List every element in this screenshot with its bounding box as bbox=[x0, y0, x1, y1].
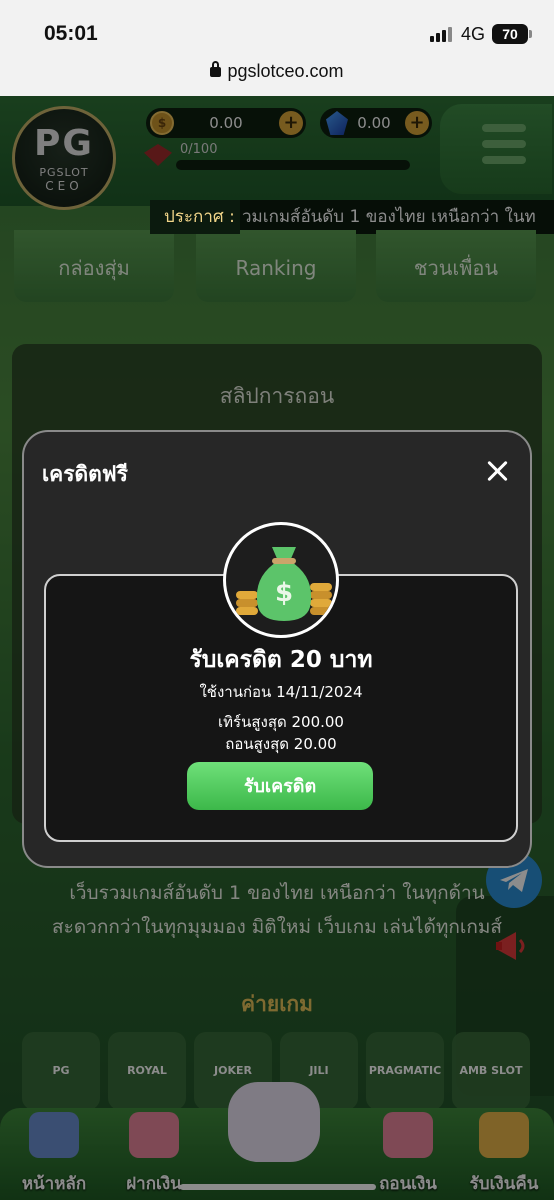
svg-text:$: $ bbox=[275, 578, 293, 608]
max-withdraw: ถอนสูงสุด 20.00 bbox=[225, 735, 337, 753]
modal-title: เครดิตฟรี bbox=[42, 462, 128, 486]
claim-credit-button[interactable]: รับเครดิต bbox=[187, 762, 373, 810]
status-bar: 05:01 4G 70 bbox=[0, 0, 554, 58]
announcement-label: ประกาศ : bbox=[150, 200, 240, 234]
free-credit-modal: เครดิตฟรี รับเครดิต 20 บาท ใช้งานก่อน 14… bbox=[22, 430, 532, 868]
lock-icon bbox=[210, 61, 222, 77]
status-time: 05:01 bbox=[44, 22, 98, 45]
max-turnover: เทิร์นสูงสุด 200.00 bbox=[218, 713, 344, 731]
money-bag-icon: $ bbox=[223, 522, 339, 638]
signal-icon bbox=[430, 26, 456, 42]
url-text: pgslotceo.com bbox=[227, 61, 344, 81]
reward-title: รับเครดิต 20 บาท bbox=[189, 647, 373, 673]
expire-date: ใช้งานก่อน 14/11/2024 bbox=[199, 683, 363, 701]
close-icon[interactable] bbox=[484, 458, 512, 486]
network-type: 4G bbox=[461, 24, 486, 44]
battery-icon: 70 bbox=[492, 24, 532, 44]
address-bar[interactable]: pgslotceo.com bbox=[0, 58, 554, 96]
